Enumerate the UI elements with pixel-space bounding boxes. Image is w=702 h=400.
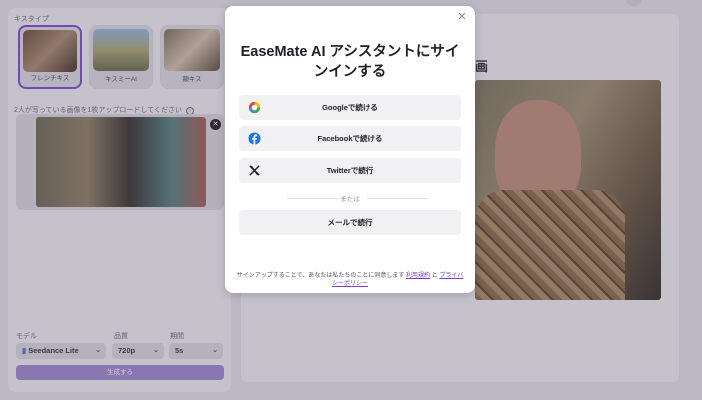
email-signin-button[interactable]: メールで続行 [239,210,461,235]
facebook-icon [248,132,261,145]
facebook-signin-label: Facebookで続ける [317,134,383,143]
close-icon[interactable]: ✕ [455,10,469,24]
google-icon [248,101,261,114]
email-signin-label: メールで続行 [327,218,373,227]
divider-line-right [367,198,429,199]
x-twitter-icon [249,165,260,176]
legal-notice: サインアップすることで、あなたは私たちのことに同意します 利用規約 と プライバ… [236,272,464,288]
twitter-signin-label: Twitterで続行 [326,166,374,175]
or-divider: または [239,193,461,203]
facebook-signin-button[interactable]: Facebookで続ける [239,126,461,151]
google-signin-button[interactable]: Googleで続ける [239,95,461,120]
legal-prefix: サインアップすることで、あなたは私たちのことに同意します [236,273,405,279]
terms-link[interactable]: 利用規約 [406,273,430,279]
twitter-signin-button[interactable]: Twitterで続行 [239,158,461,183]
modal-title: EaseMate AI アシスタントにサインインする [240,44,460,80]
google-signin-label: Googleで続ける [322,103,378,112]
legal-and: と [431,273,438,279]
